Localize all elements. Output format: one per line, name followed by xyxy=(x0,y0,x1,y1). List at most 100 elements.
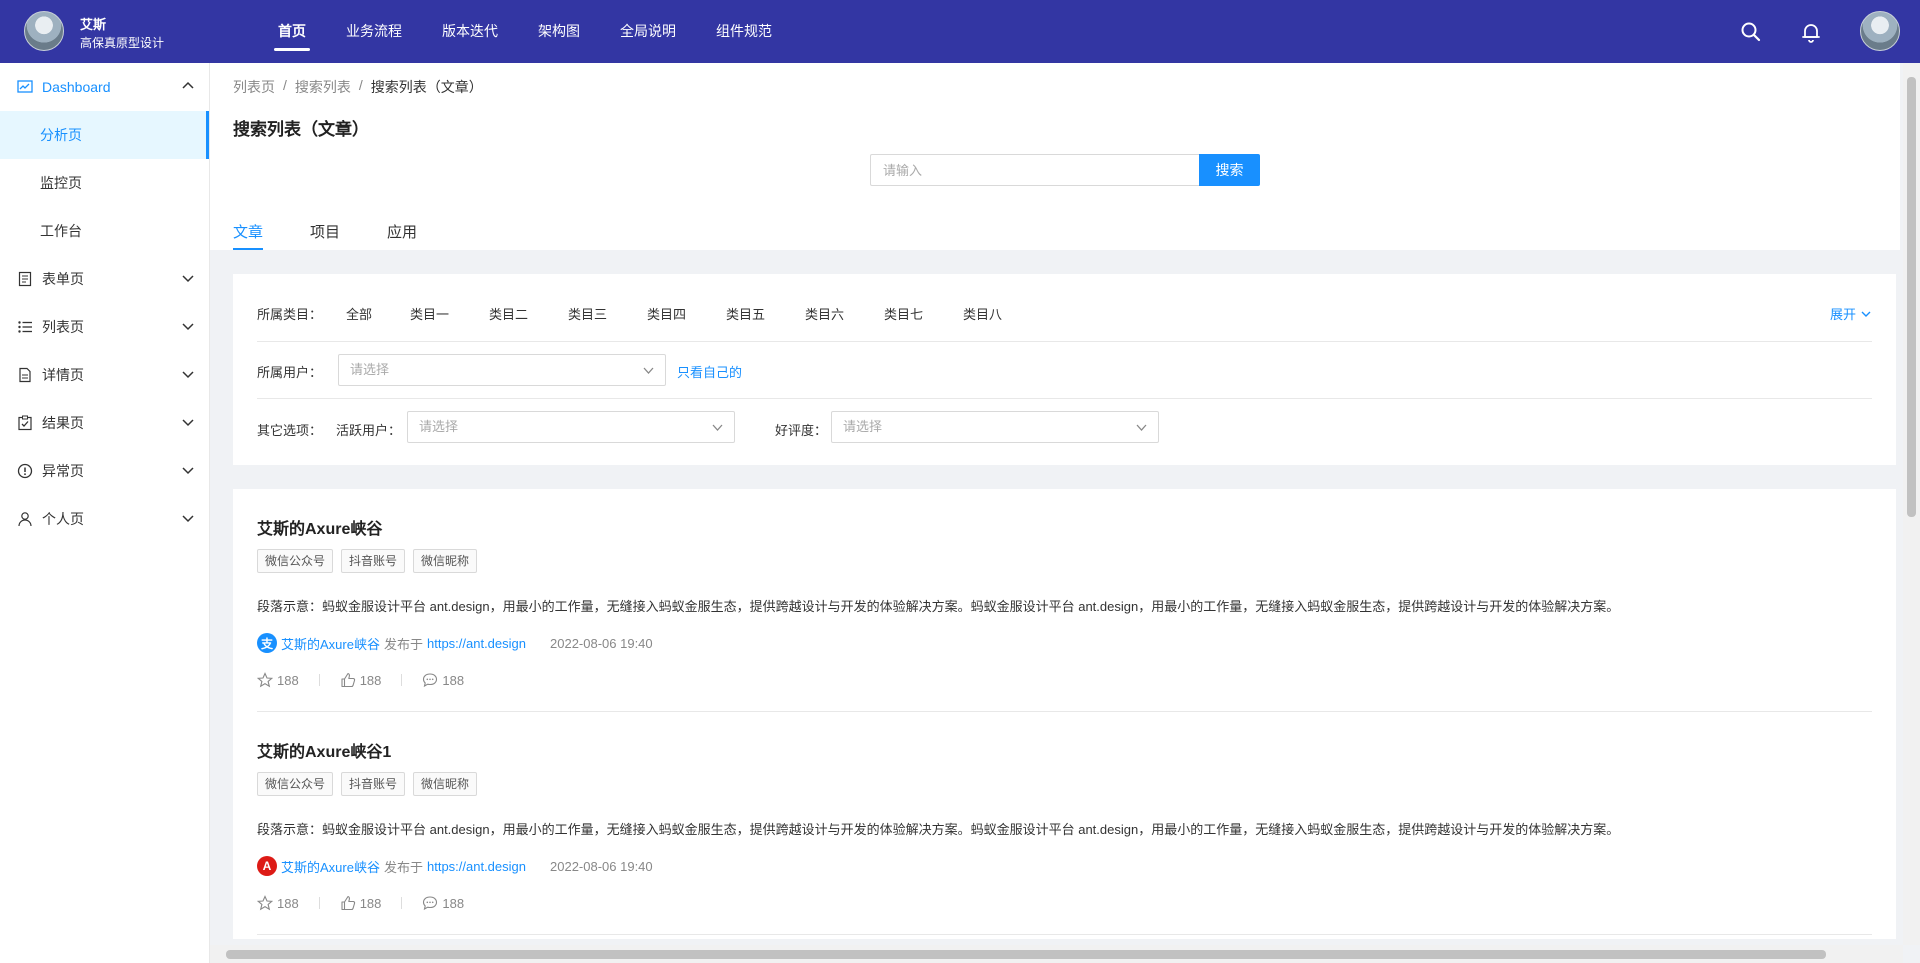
active-user-select[interactable]: 请选择 xyxy=(407,411,735,443)
expand-button[interactable]: 展开 xyxy=(1830,304,1872,323)
chevron-down-icon xyxy=(643,367,654,374)
rating-select[interactable]: 请选择 xyxy=(831,411,1159,443)
category-option[interactable]: 类目二 xyxy=(489,304,528,323)
star-action[interactable]: 188 xyxy=(257,895,299,911)
sidebar-item-monitor[interactable]: 监控页 xyxy=(0,159,209,207)
brand-subtitle: 高保真原型设计 xyxy=(80,36,165,50)
dashboard-icon xyxy=(16,78,34,96)
sidebar-item-workplace[interactable]: 工作台 xyxy=(0,207,209,255)
article-link[interactable]: https://ant.design xyxy=(427,636,526,651)
star-action[interactable]: 188 xyxy=(257,672,299,688)
category-option[interactable]: 类目六 xyxy=(805,304,844,323)
topnav-business-flow[interactable]: 业务流程 xyxy=(326,0,422,63)
list-item: 艾斯的Axure峡谷 微信公众号 抖音账号 微信昵称 段落示意：蚂蚁金服设计平台… xyxy=(257,489,1872,712)
category-option[interactable]: 类目三 xyxy=(568,304,607,323)
category-label: 所属类目： xyxy=(257,307,323,322)
article-link[interactable]: https://ant.design xyxy=(427,859,526,874)
article-actions: 188 188 188 xyxy=(257,895,464,911)
sidebar: Dashboard 分析页 监控页 工作台 表单页 列表页 详情页 结果页 异常… xyxy=(0,63,210,963)
chevron-down-icon xyxy=(182,371,194,379)
tab-apps[interactable]: 应用 xyxy=(387,221,417,250)
active-user-placeholder: 请选择 xyxy=(419,419,459,434)
star-icon xyxy=(257,895,273,911)
page-title: 搜索列表（文章） xyxy=(233,120,369,139)
detail-icon xyxy=(16,366,34,384)
horizontal-scrollbar[interactable] xyxy=(210,945,1903,963)
topnav-architecture[interactable]: 架构图 xyxy=(518,0,600,63)
author-link[interactable]: 艾斯的Axure峡谷 xyxy=(281,857,380,876)
category-option[interactable]: 类目四 xyxy=(647,304,686,323)
search-box: 搜索 xyxy=(870,154,1260,186)
breadcrumb-item[interactable]: 搜索列表 xyxy=(295,77,351,97)
topnav-components[interactable]: 组件规范 xyxy=(696,0,792,63)
topnav-global-notes[interactable]: 全局说明 xyxy=(600,0,696,63)
divider xyxy=(401,897,403,909)
breadcrumb-separator: / xyxy=(358,77,363,93)
category-option[interactable]: 类目八 xyxy=(963,304,1002,323)
sidebar-item-exception[interactable]: 异常页 xyxy=(0,447,209,495)
topnav-versions[interactable]: 版本迭代 xyxy=(422,0,518,63)
category-option[interactable]: 类目七 xyxy=(884,304,923,323)
list-icon xyxy=(16,318,34,336)
sidebar-item-result[interactable]: 结果页 xyxy=(0,399,209,447)
tab-projects[interactable]: 项目 xyxy=(310,221,340,250)
article-description: 段落示意：蚂蚁金服设计平台 ant.design，用最小的工作量，无缝接入蚂蚁金… xyxy=(257,822,1620,837)
like-action[interactable]: 188 xyxy=(340,672,381,688)
author-link[interactable]: 艾斯的Axure峡谷 xyxy=(281,634,380,653)
form-icon xyxy=(16,270,34,288)
article-actions: 188 188 188 xyxy=(257,672,464,688)
owner-label: 所属用户： xyxy=(257,365,323,380)
article-title[interactable]: 艾斯的Axure峡谷1 xyxy=(257,738,391,762)
bell-icon[interactable] xyxy=(1799,20,1823,44)
like-icon xyxy=(341,895,355,911)
list-item: 艾斯的Axure峡谷1 微信公众号 抖音账号 微信昵称 段落示意：蚂蚁金服设计平… xyxy=(257,712,1872,935)
topnav-home[interactable]: 首页 xyxy=(258,0,326,63)
tag: 微信昵称 xyxy=(413,772,478,796)
comment-action[interactable]: 188 xyxy=(422,672,464,688)
chevron-down-icon xyxy=(182,515,194,523)
sidebar-item-detail[interactable]: 详情页 xyxy=(0,351,209,399)
like-action[interactable]: 188 xyxy=(340,895,382,911)
article-tags: 微信公众号 抖音账号 微信昵称 xyxy=(257,772,478,796)
sidebar-item-profile[interactable]: 个人页 xyxy=(0,495,209,543)
article-title[interactable]: 艾斯的Axure峡谷 xyxy=(257,515,382,539)
star-icon xyxy=(257,672,273,688)
article-meta: 支 艾斯的Axure峡谷 发布于 https://ant.design 2022… xyxy=(257,633,653,653)
tab-articles[interactable]: 文章 xyxy=(233,221,264,250)
search-icon[interactable] xyxy=(1739,20,1763,44)
angular-icon: A xyxy=(257,856,277,876)
chevron-up-icon xyxy=(182,81,194,89)
sidebar-item-analysis[interactable]: 分析页 xyxy=(0,111,209,159)
page-header: 列表页 / 搜索列表 / 搜索列表（文章） 搜索列表（文章） 搜索 文章 项目 应用 xyxy=(210,63,1900,250)
like-count: 188 xyxy=(359,895,382,911)
chevron-down-icon xyxy=(1861,311,1871,317)
star-count: 188 xyxy=(277,672,299,688)
vertical-scroll-thumb[interactable] xyxy=(1907,77,1916,517)
vertical-scrollbar[interactable] xyxy=(1903,63,1920,945)
sidebar-item-list[interactable]: 列表页 xyxy=(0,303,209,351)
other-options-label: 其它选项： xyxy=(257,423,323,438)
only-mine-link[interactable]: 只看自己的 xyxy=(677,362,742,381)
category-option[interactable]: 类目一 xyxy=(410,304,449,323)
category-option[interactable]: 全部 xyxy=(346,304,372,323)
user-avatar[interactable] xyxy=(1860,11,1900,51)
search-button[interactable]: 搜索 xyxy=(1199,154,1260,186)
breadcrumb-item[interactable]: 列表页 xyxy=(233,77,275,97)
brand-avatar xyxy=(24,11,64,51)
sidebar-item-label: 列表页 xyxy=(42,319,84,335)
category-option[interactable]: 类目五 xyxy=(726,304,765,323)
sidebar-item-label: 详情页 xyxy=(42,367,84,383)
owner-select[interactable]: 请选择 xyxy=(338,354,666,386)
divider xyxy=(318,674,320,686)
comment-action[interactable]: 188 xyxy=(422,895,464,911)
top-header: 艾斯 高保真原型设计 首页 业务流程 版本迭代 架构图 全局说明 组件规范 xyxy=(0,0,1920,63)
divider xyxy=(318,897,320,909)
sidebar-item-form[interactable]: 表单页 xyxy=(0,255,209,303)
star-count: 188 xyxy=(277,895,299,911)
sidebar-item-dashboard[interactable]: Dashboard xyxy=(0,63,209,111)
result-icon xyxy=(16,414,34,432)
sidebar-item-label: 异常页 xyxy=(42,463,84,479)
search-input[interactable] xyxy=(870,154,1199,186)
horizontal-scroll-thumb[interactable] xyxy=(226,950,1826,959)
chevron-down-icon xyxy=(712,424,723,431)
